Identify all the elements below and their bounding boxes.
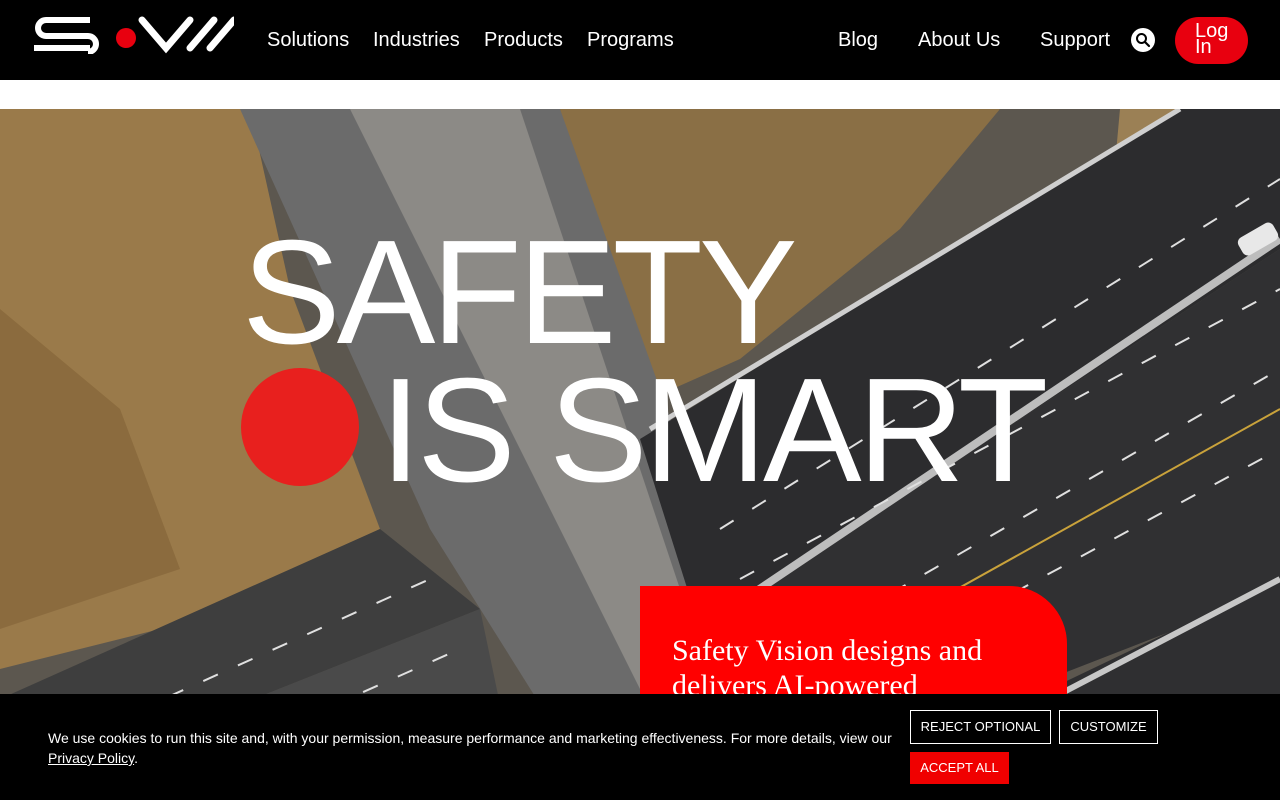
cookie-message: We use cookies to run this site and, wit… bbox=[48, 728, 898, 768]
hero-headline-line1: SAFETY bbox=[242, 210, 798, 375]
cookie-period: . bbox=[134, 750, 138, 766]
red-dot-graphic bbox=[241, 368, 359, 486]
hero-headline-line2: IS SMART bbox=[380, 348, 1048, 513]
nav-industries[interactable]: Industries bbox=[373, 28, 460, 52]
reject-optional-button[interactable]: REJECT OPTIONAL bbox=[910, 710, 1051, 744]
accept-all-button[interactable]: ACCEPT ALL bbox=[910, 752, 1009, 784]
search-icon bbox=[1136, 33, 1151, 48]
nav-support[interactable]: Support bbox=[1040, 28, 1110, 52]
nav-blog[interactable]: Blog bbox=[838, 28, 878, 52]
login-button[interactable]: Log In bbox=[1175, 17, 1248, 64]
logo[interactable] bbox=[30, 14, 234, 54]
site-header: Solutions Industries Products Programs B… bbox=[0, 0, 1280, 80]
search-button[interactable] bbox=[1131, 28, 1155, 52]
header-spacer bbox=[0, 80, 1280, 109]
cookie-banner: We use cookies to run this site and, wit… bbox=[0, 694, 1280, 800]
promo-text: Safety Vision designs and delivers AI-po… bbox=[672, 634, 983, 702]
customize-button[interactable]: CUSTOMIZE bbox=[1059, 710, 1158, 744]
nav-products[interactable]: Products bbox=[484, 28, 563, 52]
nav-solutions[interactable]: Solutions bbox=[267, 28, 349, 52]
nav-about-us[interactable]: About Us bbox=[918, 28, 1000, 52]
cookie-text: We use cookies to run this site and, wit… bbox=[48, 730, 892, 746]
privacy-policy-link[interactable]: Privacy Policy bbox=[48, 750, 134, 766]
nav-programs[interactable]: Programs bbox=[587, 28, 674, 52]
